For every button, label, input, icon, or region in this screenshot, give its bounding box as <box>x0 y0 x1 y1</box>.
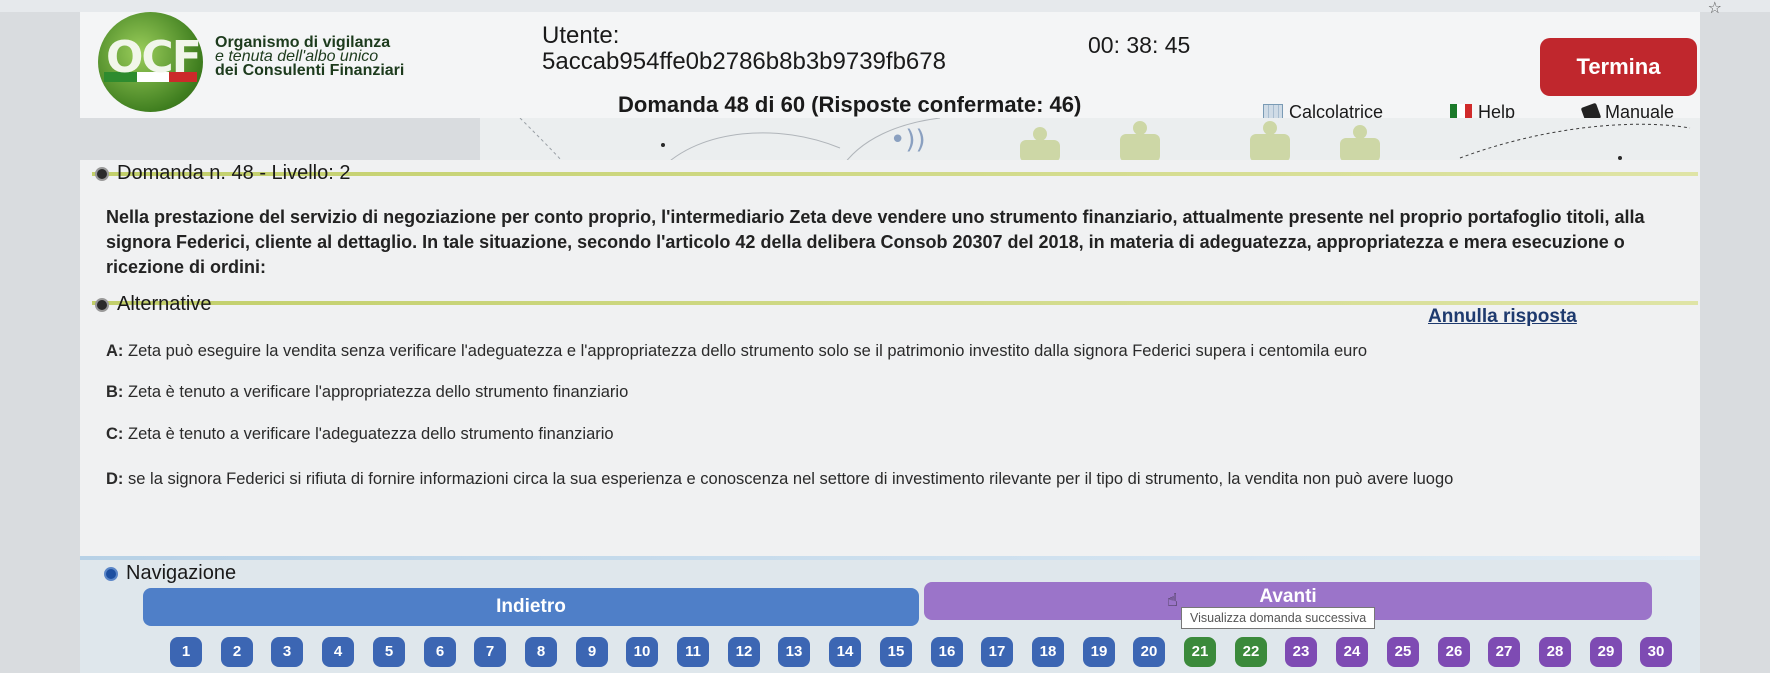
navigation-heading-rule <box>80 556 1700 560</box>
question-number-30[interactable]: 30 <box>1640 637 1672 667</box>
question-number-25[interactable]: 25 <box>1387 637 1419 667</box>
question-number-23[interactable]: 23 <box>1285 637 1317 667</box>
alternative-key: B: <box>106 383 124 401</box>
bullet-icon <box>95 297 109 312</box>
termina-button[interactable]: Termina <box>1540 38 1697 96</box>
alternative-key: A: <box>106 342 124 360</box>
alternative-a[interactable]: A: Zeta può eseguire la vendita senza ve… <box>106 342 1367 361</box>
question-number-5[interactable]: 5 <box>373 637 405 667</box>
alternative-text: Zeta è tenuto a verificare l'adeguatezza… <box>128 425 614 443</box>
alternative-c[interactable]: C: Zeta è tenuto a verificare l'adeguate… <box>106 425 614 444</box>
question-number-2[interactable]: 2 <box>221 637 253 667</box>
exam-timer: 00: 38: 45 <box>1088 32 1191 58</box>
question-heading-text: Domanda n. 48 - Livello: 2 <box>117 162 351 184</box>
question-number-29[interactable]: 29 <box>1590 637 1622 667</box>
question-number-8[interactable]: 8 <box>525 637 557 667</box>
alternative-text: Zeta è tenuto a verificare l'appropriate… <box>128 383 629 401</box>
bullet-icon <box>104 566 118 581</box>
question-number-14[interactable]: 14 <box>829 637 861 667</box>
question-number-21[interactable]: 21 <box>1184 637 1216 667</box>
org-name: Organismo di vigilanza e tenuta dell'alb… <box>215 35 405 79</box>
question-number-3[interactable]: 3 <box>271 637 303 667</box>
svg-text:•)): •)) <box>890 125 926 155</box>
navigation-heading: Navigazione <box>104 562 236 585</box>
alternative-key: D: <box>106 470 124 488</box>
exam-header: OCF Organismo di vigilanza e tenuta dell… <box>80 12 1700 123</box>
question-heading: Domanda n. 48 - Livello: 2 <box>95 162 350 185</box>
alternatives-heading: Alternative <box>95 293 212 316</box>
alternative-b[interactable]: B: Zeta è tenuto a verificare l'appropri… <box>106 383 628 402</box>
bookmark-star-icon[interactable]: ☆ <box>1708 0 1722 18</box>
question-number-26[interactable]: 26 <box>1438 637 1470 667</box>
hand-cursor-icon: ☝ <box>1167 590 1178 610</box>
question-number-11[interactable]: 11 <box>677 637 709 667</box>
alternative-key: C: <box>106 425 124 443</box>
question-number-9[interactable]: 9 <box>576 637 608 667</box>
alternative-text: Zeta può eseguire la vendita senza verif… <box>128 342 1367 360</box>
question-number-12[interactable]: 12 <box>728 637 760 667</box>
alternatives-heading-text: Alternative <box>117 293 212 315</box>
indietro-button[interactable]: Indietro <box>143 588 919 626</box>
question-counter: Domanda 48 di 60 (Risposte confermate: 4… <box>618 92 1082 117</box>
question-number-22[interactable]: 22 <box>1235 637 1267 667</box>
browser-top-strip <box>0 0 1770 12</box>
question-number-4[interactable]: 4 <box>322 637 354 667</box>
question-number-17[interactable]: 17 <box>981 637 1013 667</box>
question-number-13[interactable]: 13 <box>778 637 810 667</box>
question-text: Nella prestazione del servizio di negozi… <box>106 207 1645 277</box>
annulla-risposta-link[interactable]: Annulla risposta <box>1428 306 1577 328</box>
org-line-3: dei Consulenti Finanziari <box>215 62 405 79</box>
question-number-18[interactable]: 18 <box>1032 637 1064 667</box>
question-number-15[interactable]: 15 <box>880 637 912 667</box>
user-label: Utente: <box>542 22 620 49</box>
question-number-20[interactable]: 20 <box>1133 637 1165 667</box>
question-number-19[interactable]: 19 <box>1083 637 1115 667</box>
ocf-logo: OCF <box>98 12 203 112</box>
question-number-27[interactable]: 27 <box>1488 637 1520 667</box>
alternative-text: se la signora Federici si rifiuta di for… <box>128 470 1454 488</box>
question-number-7[interactable]: 7 <box>474 637 506 667</box>
alternative-d[interactable]: D: se la signora Federici si rifiuta di … <box>106 470 1453 489</box>
question-number-1[interactable]: 1 <box>170 637 202 667</box>
question-number-28[interactable]: 28 <box>1539 637 1571 667</box>
question-number-24[interactable]: 24 <box>1336 637 1368 667</box>
alternatives-heading-rule <box>92 301 1698 305</box>
question-number-10[interactable]: 10 <box>626 637 658 667</box>
bullet-icon <box>95 166 109 181</box>
question-number-6[interactable]: 6 <box>424 637 456 667</box>
logo-text: OCF <box>106 32 202 83</box>
question-number-16[interactable]: 16 <box>931 637 963 667</box>
user-id: 5accab954ffe0b2786b8b3b9739fb678 <box>542 48 946 75</box>
navigation-heading-text: Navigazione <box>126 562 237 584</box>
avanti-tooltip: Visualizza domanda successiva <box>1181 607 1376 629</box>
